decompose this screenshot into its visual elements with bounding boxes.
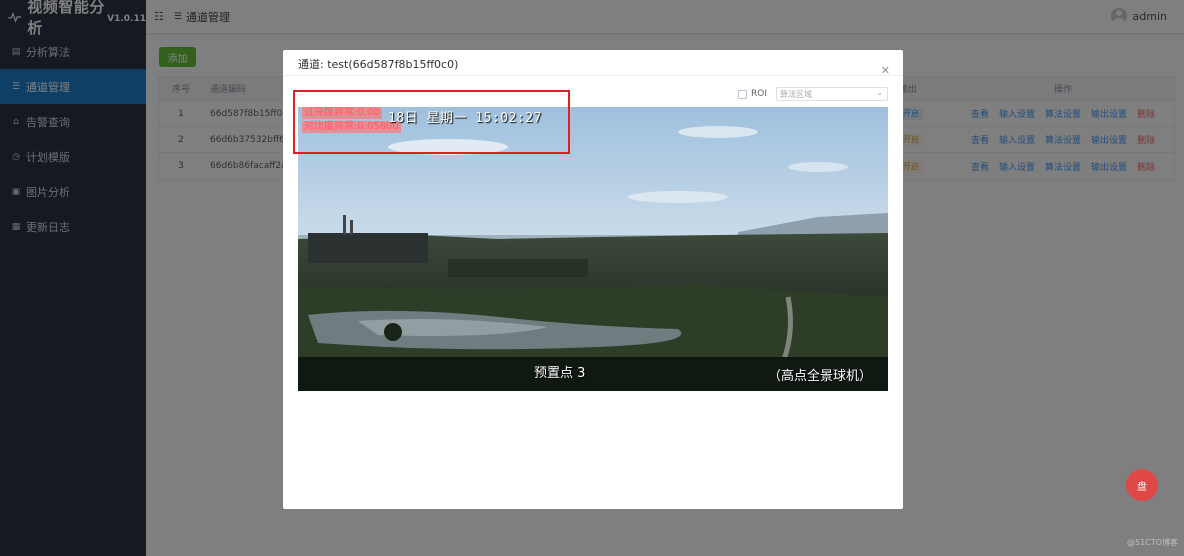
dialog-title: 通道: test(66d587f8b15ff0c0) (298, 58, 459, 71)
watermark: @51CTO博客 (1127, 538, 1178, 547)
channel-dialog: 通道: test(66d587f8b15ff0c0) ✕ ROI 算法区域 ⌄ (283, 50, 903, 509)
roi-label: ROI (751, 89, 767, 99)
select-placeholder: 算法区域 (780, 89, 812, 99)
highlight-box (293, 90, 570, 154)
roi-checkbox[interactable]: ROI (738, 89, 767, 99)
osd-camera-name: （高点全景球机） (768, 369, 873, 384)
algorithm-region-select[interactable]: 算法区域 ⌄ (776, 87, 888, 101)
dialog-divider (283, 75, 903, 76)
osd-preset: 预置点 3 (534, 366, 586, 381)
chevron-down-icon: ⌄ (876, 88, 883, 97)
floating-action-button[interactable]: 盘 (1126, 469, 1158, 501)
checkbox-box (738, 89, 747, 99)
